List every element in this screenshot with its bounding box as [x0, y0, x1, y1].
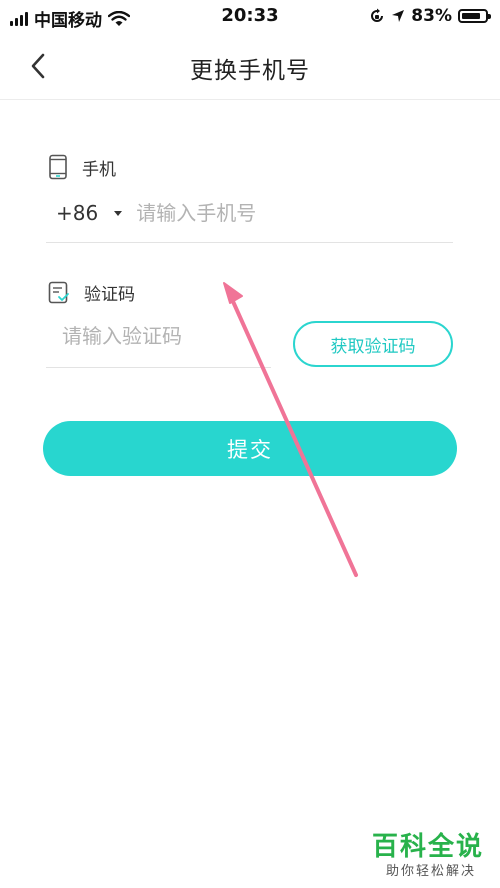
code-label: 验证码 [84, 285, 135, 305]
code-input[interactable] [60, 323, 274, 349]
verify-icon [48, 281, 69, 303]
phone-icon [49, 154, 67, 180]
caret-down-icon[interactable] [114, 210, 123, 216]
nav-bar: 更换手机号 [0, 34, 500, 100]
battery-percent: 83% [411, 6, 452, 26]
code-divider [46, 367, 271, 368]
status-right: 83% [369, 6, 491, 26]
submit-button[interactable]: 提交 [43, 421, 457, 476]
country-code[interactable]: +86 [56, 201, 98, 225]
phone-divider [46, 242, 453, 243]
phone-label-row: 手机 [48, 154, 116, 180]
get-code-button[interactable]: 获取验证码 [293, 321, 453, 367]
battery-fill [462, 13, 480, 19]
code-label-row: 验证码 [48, 280, 135, 305]
location-icon [392, 10, 405, 22]
watermark-title: 百科全说 [371, 832, 484, 862]
phone-input-row: +86 [56, 198, 452, 228]
page-title: 更换手机号 [190, 58, 310, 84]
status-bar: 中国移动 20:33 83% [0, 0, 500, 34]
phone-label: 手机 [82, 159, 116, 180]
watermark-subtitle: 助你轻松解决 [385, 864, 476, 879]
phone-input[interactable] [134, 200, 399, 226]
battery-icon [458, 9, 491, 23]
orientation-lock-icon [371, 8, 384, 22]
